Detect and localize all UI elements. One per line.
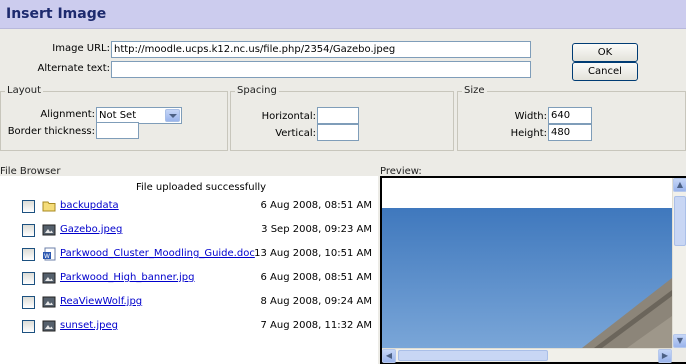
chevron-down-icon[interactable] (165, 109, 180, 122)
file-checkbox[interactable] (22, 200, 35, 213)
ok-button[interactable]: OK (572, 43, 638, 62)
scroll-left-button[interactable]: ◀ (382, 349, 396, 363)
scroll-corner (672, 348, 686, 362)
scroll-thumb[interactable] (674, 196, 686, 246)
width-input[interactable]: 640 (548, 107, 592, 124)
file-link[interactable]: sunset.jpeg (60, 320, 118, 331)
alt-text-input[interactable] (111, 61, 531, 78)
alt-text-label: Alternate text: (37, 63, 110, 74)
size-legend: Size (462, 85, 487, 97)
layout-legend: Layout (5, 85, 43, 97)
file-date: 3 Sep 2008, 09:23 AM (261, 224, 372, 235)
image-file-icon (42, 296, 56, 308)
svg-text:W: W (44, 253, 50, 260)
file-link[interactable]: Parkwood_High_banner.jpg (60, 272, 195, 283)
alignment-label: Alignment: (40, 109, 95, 120)
scroll-up-button[interactable]: ▲ (673, 178, 686, 192)
horizontal-label: Horizontal: (261, 111, 316, 122)
preview-image (382, 178, 672, 348)
upload-status: File uploaded successfully (136, 182, 267, 193)
file-link[interactable]: Gazebo.jpeg (60, 224, 122, 235)
image-url-input[interactable]: http://moodle.ucps.k12.nc.us/file.php/23… (111, 41, 531, 58)
file-checkbox[interactable] (22, 320, 35, 333)
preview-horizontal-scrollbar[interactable]: ◀ ▶ (382, 348, 672, 363)
folder-icon (42, 201, 56, 212)
file-date: 8 Aug 2008, 09:24 AM (260, 296, 372, 307)
list-item: Gazebo.jpeg 3 Sep 2008, 09:23 AM (0, 222, 378, 240)
list-item: sunset.jpeg 7 Aug 2008, 11:32 AM (0, 318, 378, 336)
list-item: Parkwood_High_banner.jpg 6 Aug 2008, 08:… (0, 270, 378, 288)
height-label: Height: (510, 128, 547, 139)
word-doc-icon: W (43, 247, 56, 261)
scroll-thumb[interactable] (398, 350, 548, 361)
image-file-icon (42, 224, 56, 236)
list-item: W Parkwood_Cluster_Moodling_Guide.doc 13… (0, 246, 378, 264)
preview-vertical-scrollbar[interactable]: ▲ ▼ (672, 178, 686, 348)
height-input[interactable]: 480 (548, 124, 592, 141)
list-item: backupdata 6 Aug 2008, 08:51 AM (0, 198, 378, 216)
file-checkbox[interactable] (22, 272, 35, 285)
cancel-button[interactable]: Cancel (572, 62, 638, 81)
image-file-icon (42, 320, 56, 332)
file-link[interactable]: Parkwood_Cluster_Moodling_Guide.doc (60, 248, 255, 259)
list-item: ReaViewWolf.jpg 8 Aug 2008, 09:24 AM (0, 294, 378, 312)
horizontal-spacing-input[interactable] (317, 107, 359, 124)
spacing-legend: Spacing (235, 85, 279, 97)
file-date: 6 Aug 2008, 08:51 AM (260, 200, 372, 211)
file-link[interactable]: ReaViewWolf.jpg (60, 296, 142, 307)
file-date: 6 Aug 2008, 08:51 AM (260, 272, 372, 283)
file-checkbox[interactable] (22, 224, 35, 237)
file-checkbox[interactable] (22, 296, 35, 309)
file-browser-panel: File uploaded successfully backupdata 6 … (0, 176, 378, 364)
alignment-value: Not Set (99, 110, 137, 121)
scroll-right-button[interactable]: ▶ (658, 349, 672, 363)
width-label: Width: (514, 111, 547, 122)
dialog-title-bar: Insert Image (0, 0, 686, 29)
file-link[interactable]: backupdata (60, 200, 119, 211)
file-date: 13 Aug 2008, 10:51 AM (254, 248, 372, 259)
image-file-icon (42, 272, 56, 284)
file-checkbox[interactable] (22, 248, 35, 261)
vertical-label: Vertical: (275, 128, 316, 139)
dialog-title: Insert Image (6, 6, 107, 22)
scroll-down-button[interactable]: ▼ (673, 334, 686, 348)
vertical-spacing-input[interactable] (317, 124, 359, 141)
file-date: 7 Aug 2008, 11:32 AM (260, 320, 372, 331)
preview-panel: ▲ ▼ ◀ ▶ (380, 176, 686, 364)
border-thickness-label: Border thickness: (7, 126, 95, 137)
image-url-label: Image URL: (52, 43, 110, 54)
border-thickness-input[interactable] (96, 122, 139, 139)
